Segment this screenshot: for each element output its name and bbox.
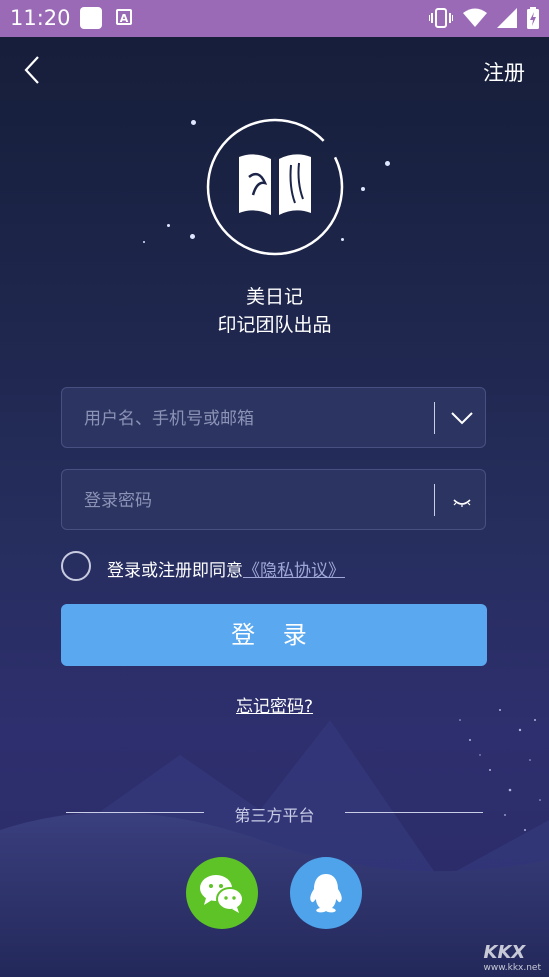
star	[190, 234, 195, 239]
notification-square-icon	[80, 7, 102, 29]
vibrate-icon	[429, 8, 453, 28]
register-button[interactable]: 注册	[483, 57, 525, 87]
password-field	[61, 469, 486, 531]
username-input[interactable]	[82, 388, 416, 449]
wechat-icon	[200, 875, 244, 913]
agreement-label: 登录或注册即同意	[107, 561, 243, 581]
app-a-icon: A	[116, 9, 132, 25]
qq-login-button[interactable]	[290, 857, 362, 929]
forgot-password: 忘记密码?	[0, 692, 549, 717]
password-input[interactable]	[82, 470, 416, 531]
login-screen: 11:20 A 注册 美日记 印记团队出品 用户名、手机号或邮箱 登录或注册即同…	[0, 0, 549, 977]
field-divider	[434, 402, 435, 434]
watermark-url: www.kkx.net	[483, 963, 542, 973]
status-icons	[429, 7, 539, 29]
status-time: 11:20	[10, 6, 71, 30]
agreement-checkbox[interactable]	[61, 551, 91, 581]
privacy-agreement-link[interactable]: 《隐私协议》	[243, 561, 345, 581]
app-tagline: 印记团队出品	[217, 314, 332, 336]
chevron-left-icon[interactable]	[18, 54, 48, 86]
star	[167, 224, 170, 227]
login-button[interactable]: 登 录	[61, 604, 487, 666]
star	[191, 120, 196, 125]
agreement-text: 登录或注册即同意《隐私协议》	[107, 556, 345, 581]
chevron-down-icon[interactable]	[442, 398, 482, 438]
star	[385, 161, 390, 166]
watermark: KKX www.kkx.net	[484, 942, 542, 973]
divider-right	[345, 812, 483, 813]
signal-icon	[497, 8, 517, 28]
star	[361, 187, 365, 191]
status-bar: 11:20 A	[0, 0, 549, 37]
battery-charging-icon	[527, 7, 539, 29]
mountain-background	[0, 709, 549, 977]
third-party-label: 第三方平台	[234, 806, 315, 825]
wifi-icon	[463, 8, 487, 27]
field-divider	[434, 484, 435, 516]
star	[143, 241, 145, 243]
open-book-icon	[206, 118, 344, 256]
eye-closed-icon[interactable]	[442, 480, 482, 520]
app-name: 美日记	[245, 286, 303, 308]
watermark-brand: KKX	[483, 942, 526, 963]
wechat-login-button[interactable]	[186, 857, 258, 929]
forgot-password-link[interactable]: 忘记密码?	[236, 697, 313, 717]
qq-icon	[310, 874, 342, 913]
username-field	[61, 387, 486, 449]
